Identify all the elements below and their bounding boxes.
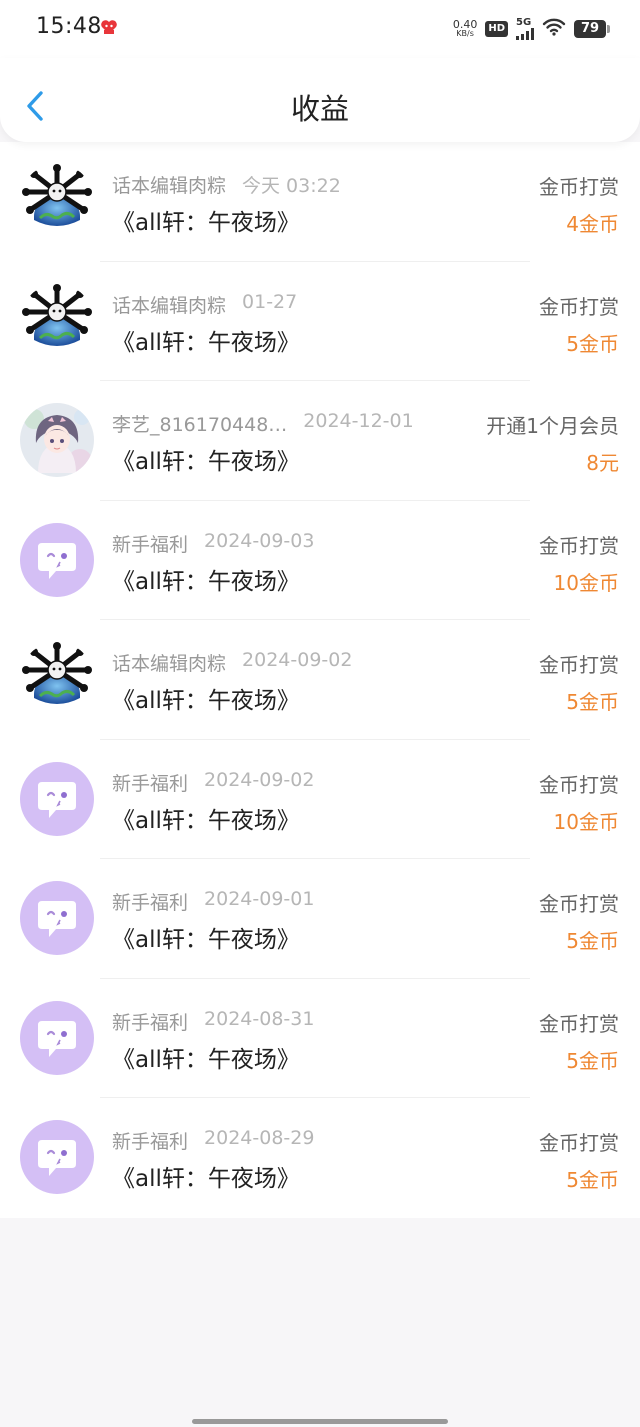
earning-amount: 5金币: [566, 690, 619, 714]
network-speed: 0.40 KB/s: [452, 18, 478, 38]
user-name: 新手福利: [112, 772, 189, 795]
earning-row[interactable]: 新手福利 2024-09-03 《all轩：午夜场》 金币打赏 10金币: [0, 501, 640, 620]
earning-row[interactable]: 新手福利 2024-09-01 《all轩：午夜场》 金币打赏 5金币: [0, 859, 640, 979]
network-speed-value: 0.40: [452, 18, 478, 31]
avatar-anime-girl[interactable]: [20, 403, 94, 477]
user-name: 新手福利: [112, 1131, 189, 1153]
user-name: 话本编辑肉粽: [112, 653, 227, 675]
record-date: 2024-08-29: [204, 1127, 315, 1149]
record-date: 2024-09-02: [204, 768, 315, 791]
page-title: 收益: [290, 92, 349, 126]
user-name: 新手福利: [112, 892, 189, 914]
record-date: 2024-09-02: [242, 649, 353, 671]
earning-amount: 5金币: [566, 929, 619, 953]
work-title: 《all轩：午夜场》: [112, 688, 300, 714]
user-name: 新手福利: [112, 533, 189, 556]
user-name: 新手福利: [112, 1011, 189, 1034]
record-date: 2024-08-31: [204, 1007, 315, 1030]
app-notification-icon: [100, 18, 118, 40]
work-title: 《all轩：午夜场》: [112, 1166, 300, 1192]
hd-icon: HD: [485, 21, 508, 37]
status-indicators: 0.40 KB/s HD 5G 79: [452, 16, 610, 42]
earning-row[interactable]: 新手福利 2024-08-31 《all轩：午夜场》 金币打赏 5金币: [0, 979, 640, 1098]
avatar-chat-bubble[interactable]: [20, 1000, 94, 1075]
network-type: 5G: [516, 17, 532, 28]
page-header: 收益: [0, 58, 640, 142]
record-date: 今天 03:22: [242, 175, 341, 197]
avatar-editor[interactable]: [20, 164, 94, 238]
earning-type: 金币打赏: [539, 772, 619, 797]
home-indicator[interactable]: [192, 1419, 448, 1424]
earning-amount: 5金币: [566, 1168, 619, 1192]
work-title: 《all轩：午夜场》: [112, 927, 300, 953]
battery-icon: 79: [574, 20, 610, 38]
earning-row[interactable]: 李艺_816170448… 2024-12-01 《all轩：午夜场》 开通1个月…: [0, 381, 640, 501]
signal-icon: 5G: [516, 18, 534, 40]
earning-type: 开通1个月会员: [486, 414, 619, 438]
earning-amount: 5金币: [566, 331, 619, 356]
status-time: 15:48: [36, 14, 102, 39]
avatar-chat-bubble[interactable]: [20, 761, 94, 836]
earning-row[interactable]: 新手福利 2024-09-02 《all轩：午夜场》 金币打赏 10金币: [0, 740, 640, 859]
work-title: 《all轩：午夜场》: [112, 807, 300, 834]
user-name: 李艺_816170448…: [112, 414, 288, 436]
earning-type: 金币打赏: [539, 1011, 619, 1036]
earning-type: 金币打赏: [539, 892, 619, 916]
record-date: 2024-12-01: [303, 410, 414, 432]
avatar-chat-bubble[interactable]: [20, 1120, 94, 1194]
avatar-editor[interactable]: [20, 283, 94, 358]
record-date: 2024-09-01: [204, 888, 315, 910]
user-name: 话本编辑肉粽: [112, 294, 227, 317]
avatar-editor[interactable]: [20, 642, 94, 716]
wifi-icon: [542, 18, 566, 40]
record-date: 2024-09-03: [204, 529, 315, 552]
work-title: 《all轩：午夜场》: [112, 210, 300, 236]
earning-amount: 4金币: [566, 212, 619, 236]
work-title: 《all轩：午夜场》: [112, 1046, 300, 1073]
work-title: 《all轩：午夜场》: [112, 568, 300, 595]
avatar-chat-bubble[interactable]: [20, 522, 94, 597]
earning-type: 金币打赏: [539, 294, 619, 319]
earning-row[interactable]: 话本编辑肉粽 01-27 《all轩：午夜场》 金币打赏 5金币: [0, 262, 640, 381]
earning-row[interactable]: 新手福利 2024-08-29 《all轩：午夜场》 金币打赏 5金币: [0, 1098, 640, 1218]
earning-amount: 10金币: [553, 809, 619, 834]
avatar-chat-bubble[interactable]: [20, 881, 94, 955]
work-title: 《all轩：午夜场》: [112, 449, 300, 475]
earning-row[interactable]: 话本编辑肉粽 2024-09-02 《all轩：午夜场》 金币打赏 5金币: [0, 620, 640, 740]
earning-amount: 5金币: [566, 1048, 619, 1073]
work-title: 《all轩：午夜场》: [112, 329, 300, 356]
record-date: 01-27: [242, 290, 298, 313]
status-bar: 15:48 0.40 KB/s HD 5G 79: [0, 0, 640, 58]
earning-type: 金币打赏: [539, 653, 619, 677]
earning-type: 金币打赏: [539, 533, 619, 558]
earning-amount: 8元: [586, 451, 619, 475]
earning-row[interactable]: 话本编辑肉粽 今天 03:22 《all轩：午夜场》 金币打赏 4金币: [0, 142, 640, 262]
earning-type: 金币打赏: [539, 1131, 619, 1155]
earning-amount: 10金币: [553, 570, 619, 595]
earning-type: 金币打赏: [539, 175, 619, 199]
earnings-list: 话本编辑肉粽 今天 03:22 《all轩：午夜场》 金币打赏 4金币 话本编辑肉…: [0, 142, 640, 1218]
user-name: 话本编辑肉粽: [112, 175, 227, 197]
network-speed-unit: KB/s: [456, 29, 474, 38]
